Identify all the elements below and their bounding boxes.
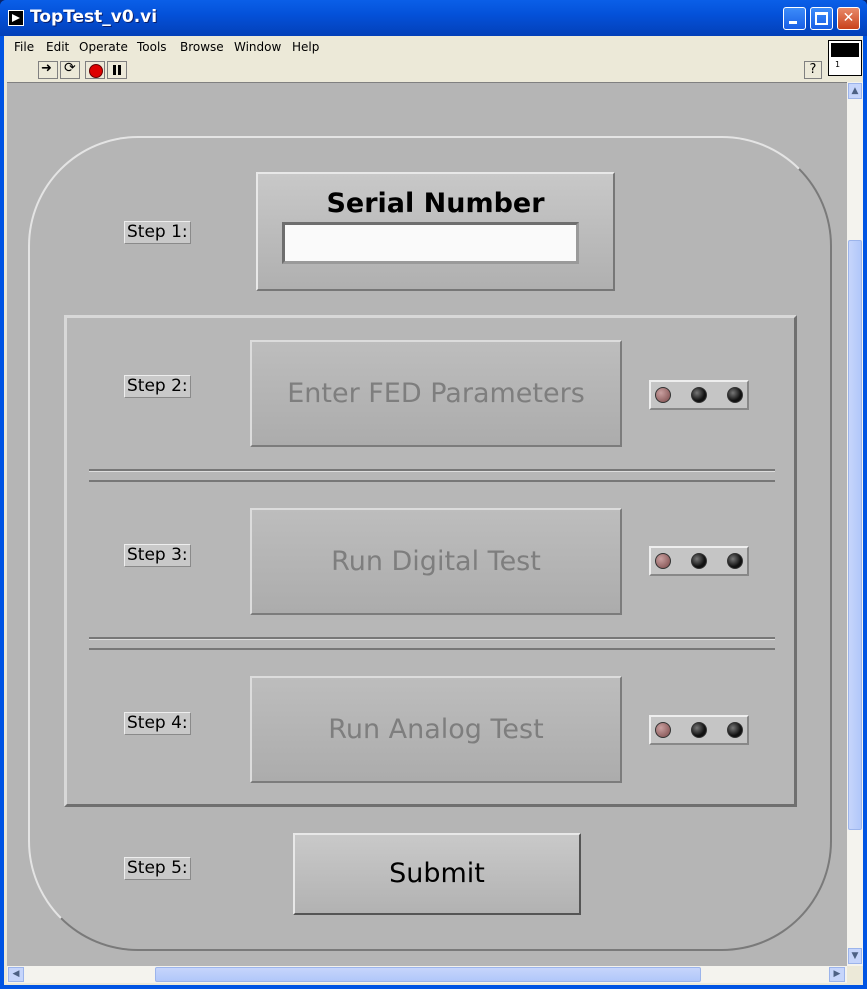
- title-bar: TopTest_v0.vi ✕: [0, 0, 867, 36]
- menu-file[interactable]: File: [14, 40, 34, 54]
- step3-label: Step 3:: [124, 544, 191, 567]
- scroll-down-icon[interactable]: ▼: [848, 948, 862, 964]
- labview-vi-icon: [8, 10, 24, 26]
- run-analog-test-button[interactable]: Run Analog Test: [250, 676, 622, 783]
- context-help-button[interactable]: ?: [804, 61, 822, 79]
- menu-bar: File Edit Operate Tools Browse Window He…: [4, 36, 863, 58]
- maximize-icon: [815, 12, 828, 25]
- horizontal-scroll-thumb[interactable]: [155, 967, 701, 982]
- close-button[interactable]: ✕: [837, 7, 860, 30]
- step5-label: Step 5:: [124, 857, 191, 880]
- abort-icon[interactable]: [85, 61, 105, 79]
- window-title: TopTest_v0.vi: [30, 7, 158, 27]
- pause-icon[interactable]: [107, 61, 127, 79]
- led-indicator: [727, 722, 743, 738]
- step1-label: Step 1:: [124, 221, 191, 244]
- vi-icon-number: 1: [835, 60, 841, 69]
- step2-label: Step 2:: [124, 375, 191, 398]
- menu-help[interactable]: Help: [292, 40, 319, 54]
- led-indicator: [691, 722, 707, 738]
- serial-number-input[interactable]: [282, 222, 579, 264]
- vi-connector-icon[interactable]: 1: [828, 40, 862, 76]
- run-digital-test-button[interactable]: Run Digital Test: [250, 508, 622, 615]
- test-steps-box: Step 2: Enter FED Parameters Step 3: Run…: [64, 315, 797, 807]
- enter-fed-parameters-button[interactable]: Enter FED Parameters: [250, 340, 622, 447]
- submit-button[interactable]: Submit: [293, 833, 581, 915]
- minimize-icon: [789, 21, 797, 24]
- menu-tools[interactable]: Tools: [137, 40, 167, 54]
- step4-status-leds: [649, 715, 749, 745]
- led-indicator: [691, 553, 707, 569]
- led-indicator: [655, 387, 671, 403]
- scroll-left-icon[interactable]: ◀: [8, 967, 24, 982]
- led-indicator: [691, 387, 707, 403]
- scroll-up-icon[interactable]: ▲: [848, 83, 862, 99]
- step2-status-leds: [649, 380, 749, 410]
- run-arrow-icon[interactable]: [38, 61, 58, 79]
- close-icon: ✕: [842, 10, 855, 26]
- resize-grip[interactable]: [847, 966, 863, 983]
- menu-edit[interactable]: Edit: [46, 40, 69, 54]
- toolbar: [4, 58, 863, 82]
- led-indicator: [727, 387, 743, 403]
- step3-status-leds: [649, 546, 749, 576]
- menu-operate[interactable]: Operate: [79, 40, 128, 54]
- scroll-right-icon[interactable]: ▶: [829, 967, 845, 982]
- vi-icon-graphic: [831, 43, 859, 57]
- divider: [89, 637, 775, 650]
- minimize-button[interactable]: [783, 7, 806, 30]
- maximize-button[interactable]: [810, 7, 833, 30]
- run-continuously-icon[interactable]: [60, 60, 80, 79]
- serial-number-title: Serial Number: [326, 188, 545, 219]
- menu-browse[interactable]: Browse: [180, 40, 224, 54]
- horizontal-scrollbar[interactable]: ◀ ▶: [7, 966, 847, 983]
- led-indicator: [727, 553, 743, 569]
- vertical-scrollbar[interactable]: ▲ ▼: [847, 82, 863, 966]
- front-panel: Step 1: Serial Number Step 2: Enter FED …: [7, 82, 847, 966]
- divider: [89, 469, 775, 482]
- led-indicator: [655, 553, 671, 569]
- window-client: File Edit Operate Tools Browse Window He…: [4, 36, 863, 985]
- serial-number-control: Serial Number: [256, 172, 615, 291]
- menu-window[interactable]: Window: [234, 40, 281, 54]
- app-window: TopTest_v0.vi ✕ File Edit Operate Tools …: [0, 0, 867, 989]
- led-indicator: [655, 722, 671, 738]
- step4-label: Step 4:: [124, 712, 191, 735]
- vertical-scroll-thumb[interactable]: [848, 240, 862, 830]
